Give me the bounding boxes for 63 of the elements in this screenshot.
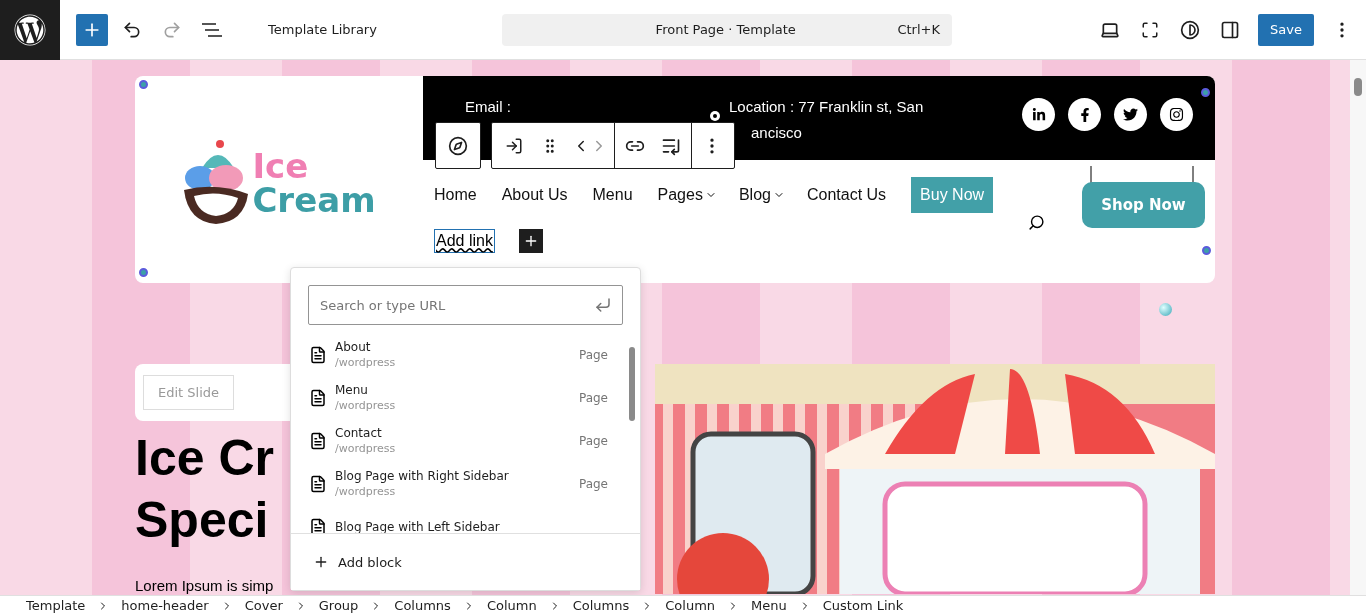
page-icon <box>309 517 327 533</box>
page-icon <box>309 345 327 364</box>
undo-icon <box>122 19 142 40</box>
breadcrumb-link[interactable]: Template <box>26 598 86 613</box>
resize-handle[interactable] <box>1202 246 1211 255</box>
logo-text: Ice <box>252 148 310 183</box>
list-view-icon <box>202 22 222 37</box>
social-link[interactable] <box>1068 98 1101 131</box>
link-suggestion[interactable]: Contact /wordpress Page <box>309 419 626 462</box>
breadcrumb-link[interactable]: Column <box>665 598 716 613</box>
link-suggestion[interactable]: About /wordpress Page <box>309 333 626 376</box>
scrollbar-thumb[interactable] <box>1354 78 1362 96</box>
hero-text: Lorem Ipsum is simp <box>135 577 275 594</box>
add-link-field[interactable]: Add link <box>434 229 495 253</box>
sphere-handle[interactable] <box>1159 303 1172 316</box>
location-text: ancisco <box>750 123 803 143</box>
instagram-icon <box>1169 107 1184 122</box>
wordpress-logo[interactable] <box>0 0 60 60</box>
nav-link[interactable]: Blog <box>738 177 785 204</box>
social-link[interactable] <box>1114 98 1147 131</box>
add-item-button[interactable] <box>518 229 543 253</box>
save-button[interactable]: Save <box>1258 13 1314 46</box>
social-link[interactable] <box>1160 98 1193 131</box>
plus-icon <box>313 554 329 570</box>
link-suggestion[interactable]: Blog Page with Right Sidebar /wordpress Page <box>309 462 626 505</box>
breadcrumb-link[interactable]: Menu <box>751 598 787 613</box>
page-icon <box>309 388 327 407</box>
nav-link[interactable]: Contact Us <box>806 177 887 204</box>
link-suggestion[interactable]: Menu /wordpress Page <box>309 376 626 419</box>
logo-text: Cream <box>252 182 376 217</box>
url-search-field[interactable]: Search or type URL <box>308 285 623 325</box>
hero-heading: Speci <box>135 491 269 550</box>
twitter-icon <box>1123 107 1138 122</box>
breadcrumb-link[interactable]: home-header <box>121 598 209 613</box>
resize-handle[interactable] <box>1201 88 1210 97</box>
breadcrumb-link[interactable]: Column <box>486 598 537 613</box>
hero-heading: Ice Cr <box>135 429 274 488</box>
search-icon[interactable] <box>1028 214 1045 231</box>
resize-handle[interactable] <box>139 80 148 89</box>
page-icon <box>309 431 327 450</box>
breadcrumb-link[interactable]: Cover <box>244 598 283 613</box>
add-block-button[interactable]: Add block <box>291 533 640 590</box>
location-text: Location : 77 Franklin st, San <box>729 97 924 117</box>
nav-link[interactable]: Menu <box>592 177 633 204</box>
redo-icon <box>162 19 182 40</box>
link-suggestion[interactable]: Blog Page with Left Sidebar <box>309 505 626 533</box>
breadcrumb-link[interactable]: Custom Link <box>822 598 904 613</box>
scrollbar-thumb[interactable] <box>629 347 635 421</box>
breadcrumb-link[interactable]: Group <box>318 598 359 613</box>
enter-icon <box>594 296 612 314</box>
breadcrumb-link[interactable]: Columns <box>394 598 451 613</box>
nav-link[interactable]: Pages <box>657 177 717 204</box>
page-icon <box>309 474 327 493</box>
resize-handle[interactable] <box>139 268 148 277</box>
social-link[interactable] <box>1022 98 1055 131</box>
add-block-button[interactable] <box>76 13 108 46</box>
nav-link[interactable]: About Us <box>501 177 568 204</box>
breadcrumb-link[interactable]: Columns <box>572 598 630 613</box>
command-palette[interactable]: Front Page · Template Ctrl+K <box>502 13 952 46</box>
nav-link[interactable]: Home <box>434 177 477 204</box>
email-label: Email : <box>465 97 512 117</box>
template-title: Template Library <box>268 22 378 37</box>
linkedin-icon <box>1031 107 1046 122</box>
